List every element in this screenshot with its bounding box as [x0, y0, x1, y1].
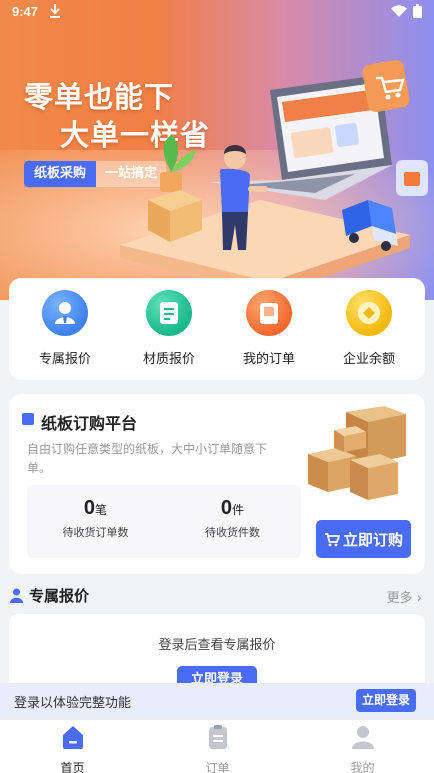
tab-orders[interactable]: 订单 [145, 724, 290, 773]
status-icons [391, 4, 422, 18]
person-icon [351, 726, 374, 749]
quick-item-exclusive-quote[interactable]: 专属报价 [13, 290, 117, 367]
hero-illustration [120, 59, 428, 290]
quick-item-label: 专属报价 [38, 352, 91, 367]
stat-pending-items[interactable]: 0件 待收货件数 [164, 497, 301, 540]
battery-icon [413, 4, 422, 18]
bottom-tab-bar: 首页 订单 我的 [0, 719, 434, 773]
cart-icon [324, 532, 340, 546]
order-now-button[interactable]: 立即订购 [316, 520, 411, 558]
wifi-icon [391, 5, 407, 17]
quick-menu: 专属报价 材质报价 我的订单 企业余额 [9, 278, 425, 380]
user-badge-icon [42, 290, 88, 336]
platform-description: 自由订购任意类型的纸板，大中小订单随意下单。 [27, 442, 268, 475]
platform-title: 纸板订购平台 [22, 410, 138, 434]
login-prompt-text: 登录以体验完整功能 [14, 696, 132, 711]
tab-home[interactable]: 首页 [0, 724, 145, 773]
more-link[interactable]: 更多 › [387, 587, 422, 606]
chevron-right-icon: › [412, 591, 422, 606]
platform-card: 纸板订购平台 自由订购任意类型的纸板，大中小订单随意下单。 0笔 待收货订单数 … [9, 394, 425, 574]
quick-item-my-orders[interactable]: 我的订单 [217, 290, 321, 367]
login-button[interactable]: 立即登录 [355, 689, 416, 712]
stat-value: 0件 [220, 497, 245, 519]
stat-value: 0笔 [83, 497, 108, 519]
login-hint: 登录后查看专属报价 [158, 638, 276, 653]
coin-icon [346, 290, 392, 336]
banner-tag-primary: 纸板采购 [24, 161, 97, 187]
title-marker [22, 413, 34, 425]
platform-title-text: 纸板订购平台 [41, 414, 138, 433]
order-now-label: 立即订购 [342, 530, 403, 549]
home-icon [62, 726, 83, 749]
section-title: 专属报价 [29, 587, 90, 605]
quick-item-label: 我的订单 [242, 352, 295, 367]
login-prompt-bar: 登录以体验完整功能 立即登录 [0, 683, 434, 719]
tab-label: 订单 [205, 761, 230, 773]
quick-item-balance[interactable]: 企业余额 [317, 290, 421, 367]
tab-mine[interactable]: 我的 [290, 724, 434, 773]
person-badge-icon [10, 588, 23, 603]
status-bar: 9:47 [0, 0, 434, 24]
quick-item-material-quote[interactable]: 材质报价 [117, 290, 221, 367]
quick-item-label: 企业余额 [342, 352, 395, 367]
quick-item-label: 材质报价 [142, 352, 195, 367]
stat-label: 待收货订单数 [62, 526, 129, 539]
clipboard-icon [208, 725, 227, 749]
tab-label: 我的 [350, 761, 375, 773]
exclusive-quote-header: 专属报价 更多 › [0, 583, 434, 609]
tab-label: 首页 [60, 761, 85, 773]
stat-label: 待收货件数 [205, 526, 260, 539]
download-icon [50, 4, 60, 18]
status-time: 9:47 [12, 4, 39, 19]
order-stats: 0笔 待收货订单数 0件 待收货件数 [27, 485, 301, 558]
hero-banner[interactable]: 9:47 零单也能下 大单一样省 纸板采购 一站搞定 [0, 0, 434, 300]
order-icon [246, 290, 292, 336]
stat-pending-orders[interactable]: 0笔 待收货订单数 [27, 497, 164, 540]
cardboard-boxes-image [308, 406, 406, 500]
document-icon [146, 290, 192, 336]
